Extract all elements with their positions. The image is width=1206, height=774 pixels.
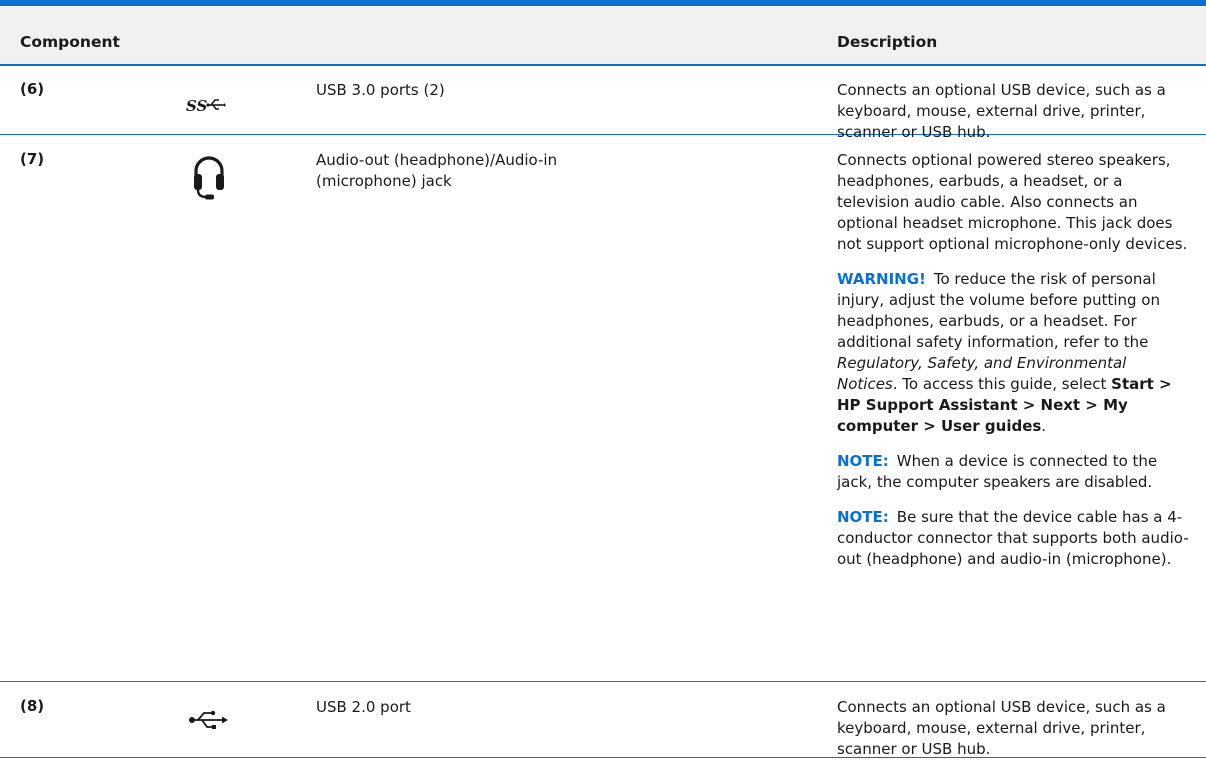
note-label: NOTE: [837,452,889,470]
header-description: Description [837,33,938,51]
svg-text:SS: SS [186,97,208,115]
warning-paragraph: WARNING! To reduce the risk of personal i… [837,269,1189,437]
component-name: Audio-out (headphone)/Audio-in (micropho… [316,151,558,190]
component-name: USB 2.0 port [316,698,411,716]
table-row: (6) SS USB 3.0 ports (2) Connects an opt… [0,64,1206,141]
usb-icon [188,707,228,737]
note-label: NOTE: [837,508,889,526]
table-header: Component Description [0,6,1206,66]
row-number: (7) [20,150,45,168]
header-component: Component [20,33,120,51]
row-number: (8) [20,697,45,715]
component-description: Connects optional powered stereo speaker… [837,150,1189,584]
table-row: (7) Audio-out (headphone)/Audio-in (micr… [0,134,1206,682]
component-name: USB 3.0 ports (2) [316,81,445,99]
component-description: Connects an optional USB device, such as… [837,697,1189,774]
table-row: (8) USB 2.0 port Connects an optional US… [0,681,1206,758]
headset-icon [191,152,227,204]
warning-text-2: . To access this guide, select [892,375,1107,393]
usb-superspeed-icon: SS [186,94,226,120]
note-text: Be sure that the device cable has a 4-co… [837,508,1189,568]
row-number: (6) [20,80,45,98]
note-paragraph: NOTE: When a device is connected to the j… [837,451,1189,493]
note-paragraph: NOTE: Be sure that the device cable has a… [837,507,1189,570]
warning-label: WARNING! [837,270,926,288]
warning-end: . [1041,417,1047,435]
description-text: Connects optional powered stereo speaker… [837,151,1188,253]
description-text: Connects an optional USB device, such as… [837,698,1166,758]
